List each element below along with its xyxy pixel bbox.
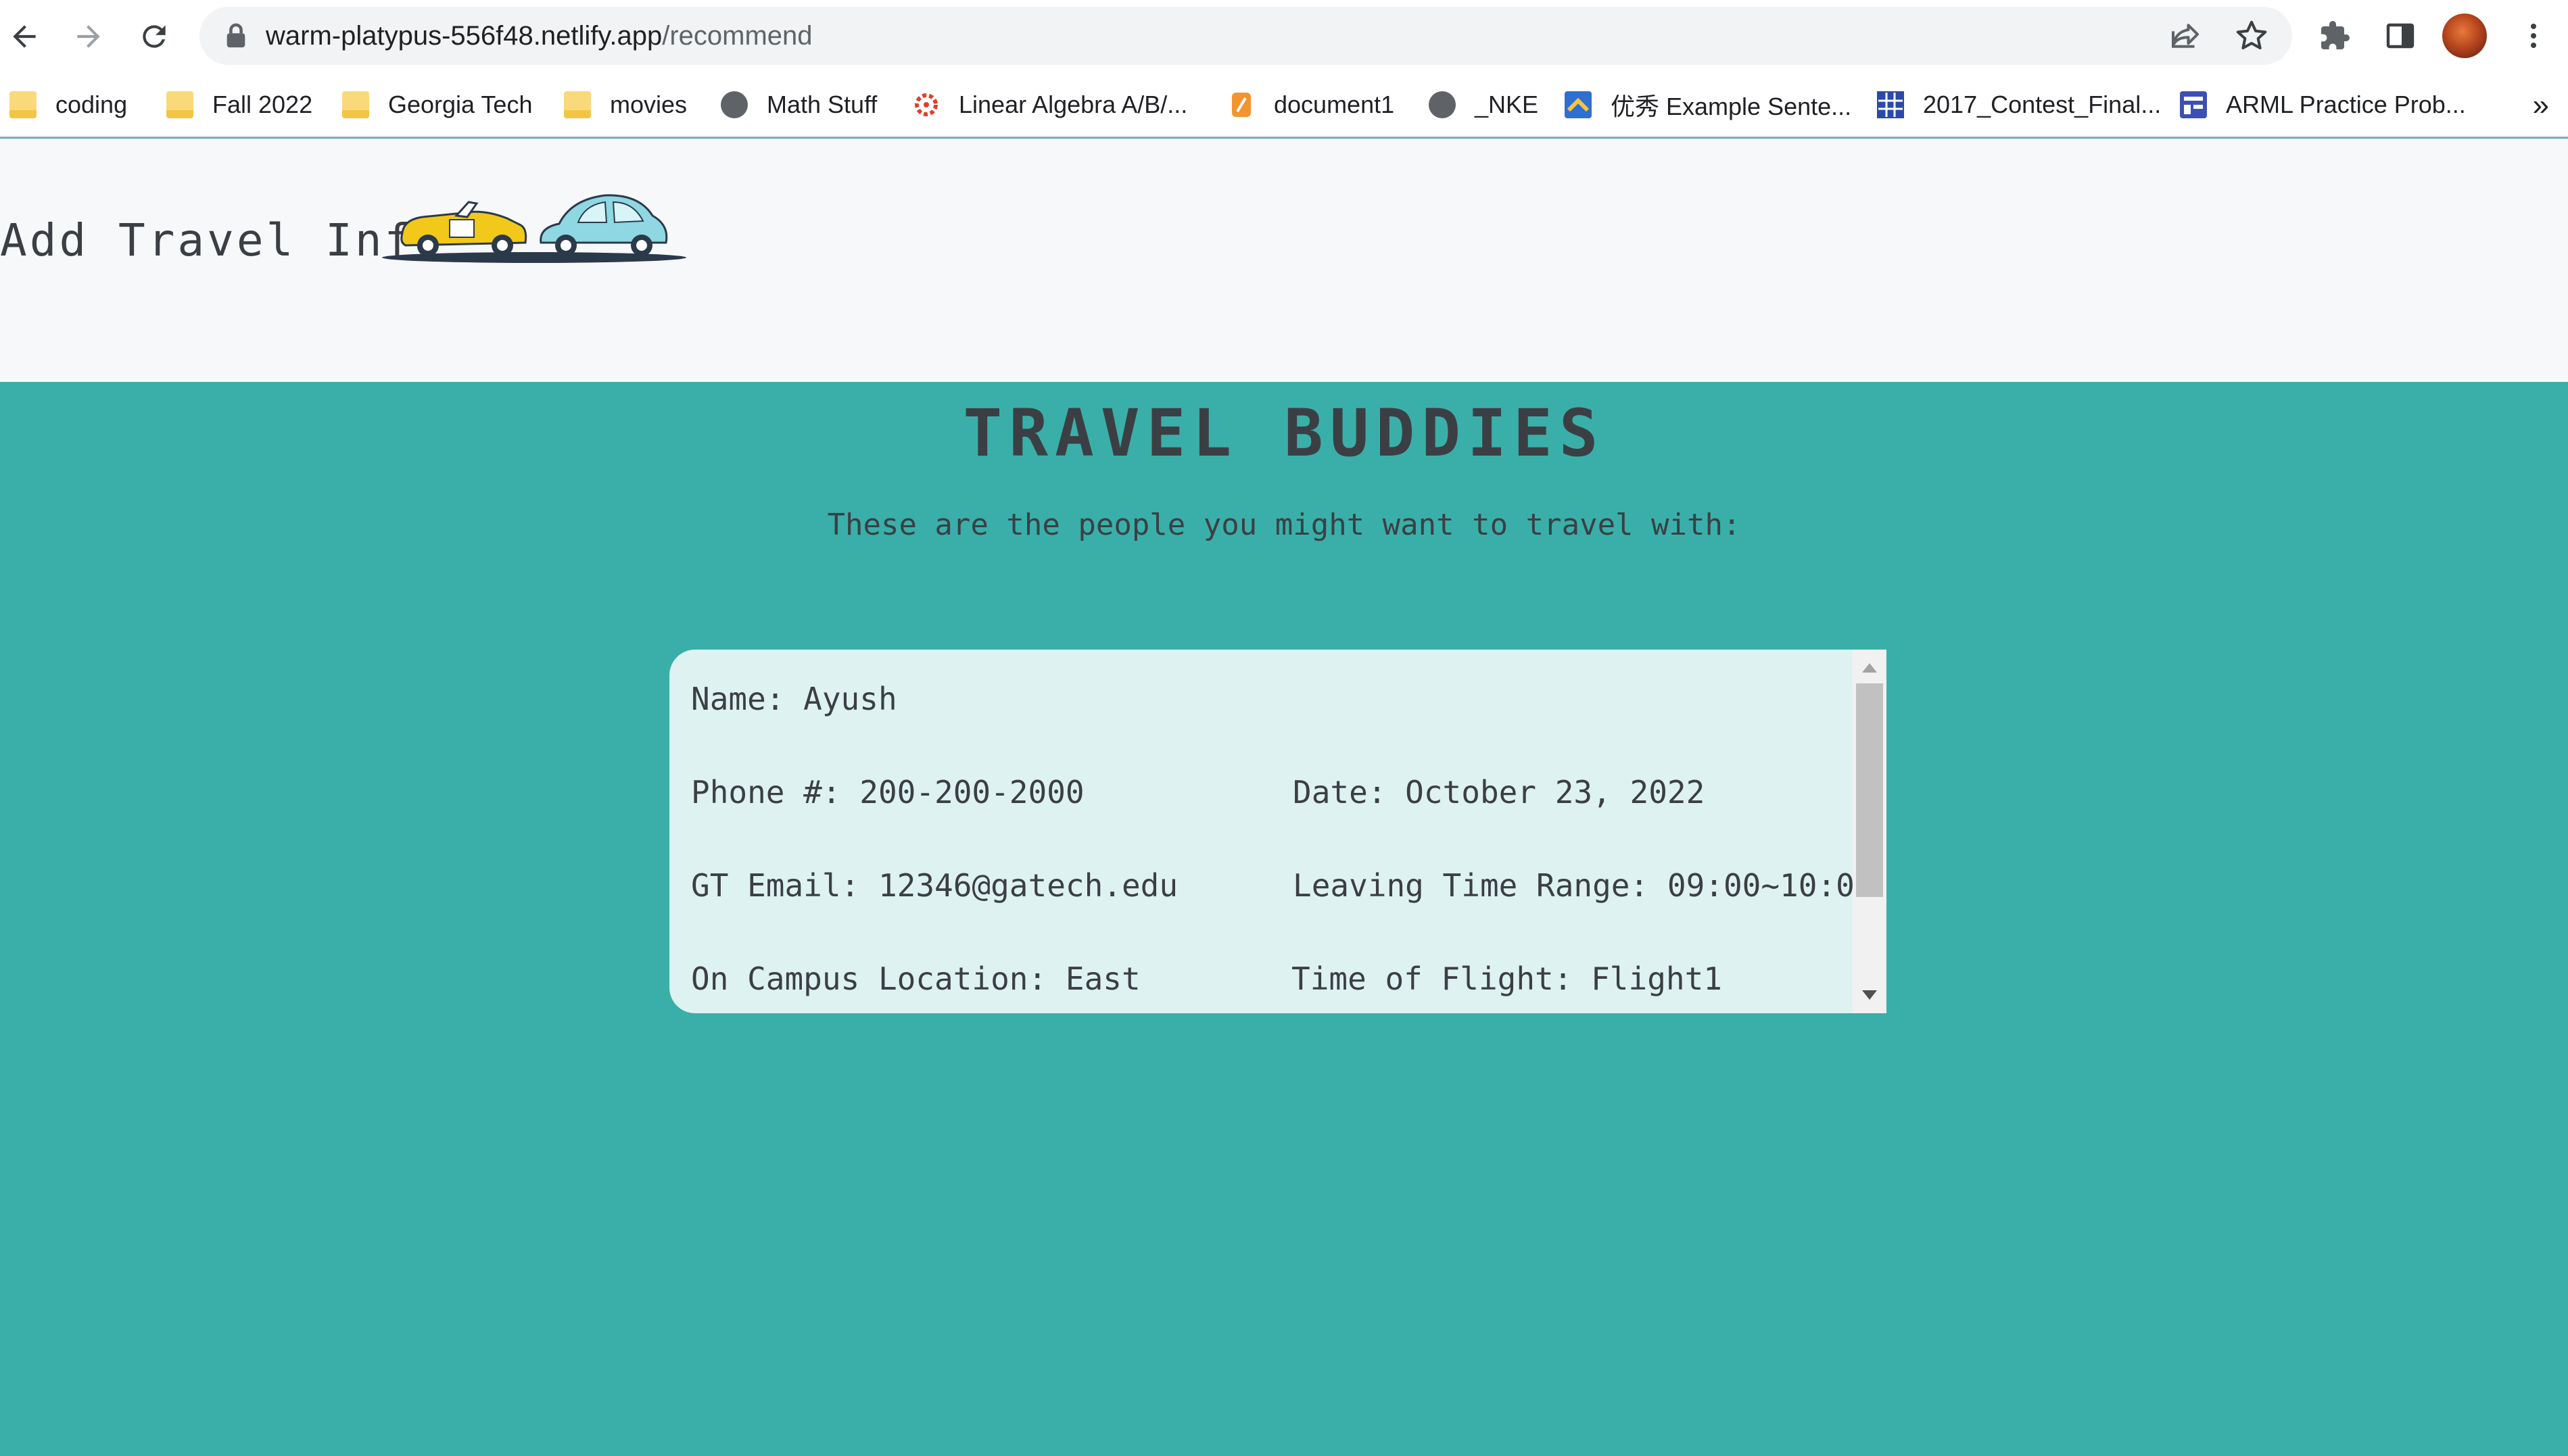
buddy-card: Name: Ayush Phone #: 200-200-2000 Date: … bbox=[669, 650, 1886, 1013]
extensions-button[interactable] bbox=[2311, 12, 2358, 59]
scroll-down-arrow-icon[interactable] bbox=[1862, 990, 1877, 1000]
site-icon bbox=[1565, 91, 1592, 118]
cars-illustration-icon bbox=[382, 194, 686, 263]
side-panel-button[interactable] bbox=[2377, 12, 2424, 59]
reload-button[interactable] bbox=[130, 12, 179, 61]
page-header: Add Travel Info bbox=[0, 139, 2568, 382]
buddy-phone: Phone #: 200-200-2000 bbox=[691, 774, 1085, 810]
buddy-flight: Time of Flight: Flight1 bbox=[1291, 961, 1722, 997]
share-icon[interactable] bbox=[2167, 18, 2204, 54]
bookmarks-bar: coding Fall 2022 Georgia Tech movies Mat… bbox=[0, 72, 2568, 137]
scroll-thumb[interactable] bbox=[1856, 683, 1883, 897]
buddy-leaving-time: Leaving Time Range: 09:00~10:00 bbox=[1293, 867, 1874, 904]
bookmark-2017-contest[interactable]: 2017_Contest_Final... bbox=[1877, 84, 2161, 125]
grid-icon bbox=[1877, 91, 1904, 118]
forward-button[interactable] bbox=[64, 12, 113, 61]
puzzle-icon bbox=[2321, 21, 2350, 49]
buddy-date: Date: October 23, 2022 bbox=[1293, 774, 1705, 810]
back-arrow-icon bbox=[13, 25, 36, 48]
bookmark-example-sentences[interactable]: 优秀 Example Sente... bbox=[1565, 84, 1851, 125]
folder-icon bbox=[342, 91, 369, 118]
bookmark-linear-algebra[interactable]: Linear Algebra A/B/... bbox=[913, 84, 1187, 125]
document-icon bbox=[1232, 93, 1251, 117]
url-text: warm-platypus-556f48.netlify.app/recomme… bbox=[266, 21, 813, 51]
globe-icon bbox=[721, 91, 748, 118]
browser-toolbar: warm-platypus-556f48.netlify.app/recomme… bbox=[0, 0, 2568, 72]
form-icon bbox=[2180, 91, 2207, 118]
address-bar[interactable]: warm-platypus-556f48.netlify.app/recomme… bbox=[199, 7, 2292, 65]
add-travel-info-link[interactable]: Add Travel Info bbox=[0, 214, 444, 266]
forward-arrow-icon bbox=[77, 25, 100, 48]
bookmark-fall-2022[interactable]: Fall 2022 bbox=[166, 84, 312, 125]
buddy-name: Name: Ayush bbox=[691, 681, 897, 717]
profile-avatar[interactable] bbox=[2442, 14, 2487, 58]
more-bookmarks-chevron-icon[interactable]: » bbox=[2533, 89, 2549, 122]
buddy-location: On Campus Location: East bbox=[691, 961, 1141, 997]
page-title: TRAVEL BUDDIES bbox=[963, 395, 1605, 471]
lock-icon bbox=[227, 23, 245, 48]
travel-buddies-section: TRAVEL BUDDIES These are the people you … bbox=[0, 382, 2568, 1456]
card-scrollbar[interactable] bbox=[1853, 650, 1886, 1013]
bookmark-star-icon[interactable] bbox=[2233, 18, 2270, 54]
kebab-menu-icon bbox=[2531, 24, 2536, 48]
scroll-up-arrow-icon[interactable] bbox=[1862, 663, 1877, 673]
bookmark-nke[interactable]: _NKE bbox=[1429, 84, 1538, 125]
bookmark-coding[interactable]: coding bbox=[9, 84, 127, 125]
reload-icon bbox=[143, 25, 166, 48]
side-panel-icon bbox=[2386, 23, 2415, 49]
back-button[interactable] bbox=[0, 12, 49, 61]
browser-menu-button[interactable] bbox=[2510, 12, 2557, 59]
globe-icon bbox=[1429, 91, 1456, 118]
buddy-email: GT Email: 12346@gatech.edu bbox=[691, 867, 1179, 904]
canvas-icon bbox=[915, 93, 938, 116]
bookmark-movies[interactable]: movies bbox=[564, 84, 687, 125]
folder-icon bbox=[564, 91, 591, 118]
folder-icon bbox=[9, 91, 37, 118]
bookmark-document1[interactable]: document1 bbox=[1228, 84, 1394, 125]
bookmark-math-stuff[interactable]: Math Stuff bbox=[721, 84, 877, 125]
page-subtitle: These are the people you might want to t… bbox=[827, 508, 1741, 542]
bookmark-georgia-tech[interactable]: Georgia Tech bbox=[342, 84, 532, 125]
folder-icon bbox=[166, 91, 193, 118]
bookmark-arml-practice[interactable]: ARML Practice Prob... bbox=[2180, 84, 2466, 125]
